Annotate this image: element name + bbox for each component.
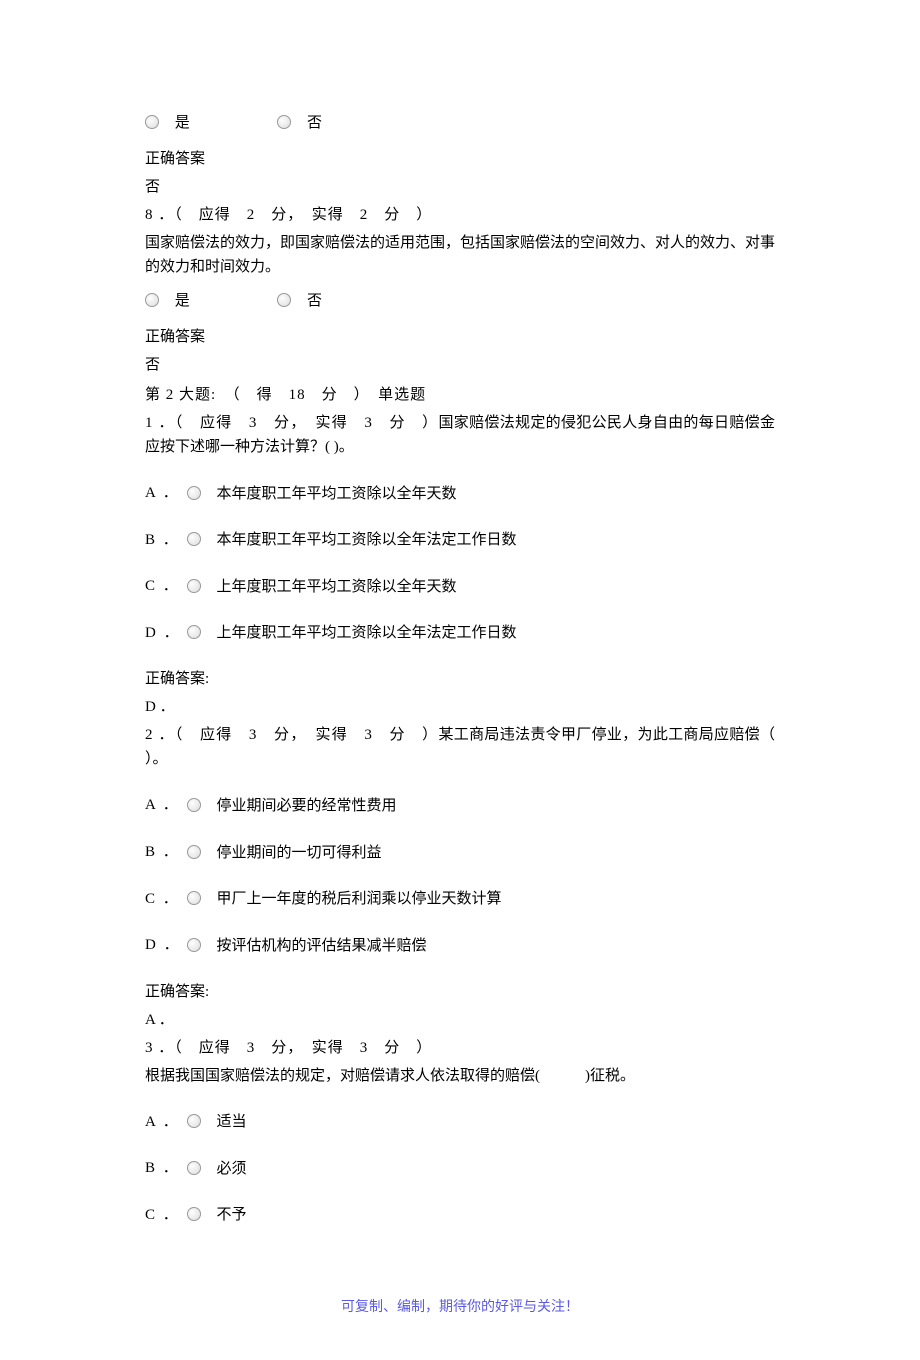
q7-tf-options: 是 否 xyxy=(145,110,775,135)
mc1-score: 1 ．（ 应得 3 分， 实得 3 分 ） xyxy=(145,415,438,431)
radio-icon[interactable] xyxy=(187,1207,201,1221)
mc2-header: 2 ．（ 应得 3 分， 实得 3 分 ）某工商局违法责令甲厂停业，为此工商局应… xyxy=(145,723,775,771)
radio-icon[interactable] xyxy=(187,798,201,812)
page-footer: 可复制、编制，期待你的好评与关注！ xyxy=(145,1297,775,1319)
radio-icon[interactable] xyxy=(145,293,159,307)
answer-label: 正确答案 xyxy=(145,147,775,171)
q8-text: 国家赔偿法的效力，即国家赔偿法的适用范围，包括国家赔偿法的空间效力、对人的效力、… xyxy=(145,231,775,279)
radio-icon[interactable] xyxy=(187,532,201,546)
q8-header: 8 ．（ 应得 2 分， 实得 2 分 ） xyxy=(145,203,775,227)
mc1-option-c: C ． 上年度职工年平均工资除以全年天数 xyxy=(145,574,775,599)
radio-icon[interactable] xyxy=(187,1114,201,1128)
section2-header: 第 2 大题: （ 得 18 分 ） 单选题 xyxy=(145,383,775,407)
mc1-option-d: D ． 上年度职工年平均工资除以全年法定工作日数 xyxy=(145,621,775,646)
radio-icon[interactable] xyxy=(277,115,291,129)
radio-icon[interactable] xyxy=(277,293,291,307)
mc3-header: 3 ．（ 应得 3 分， 实得 3 分 ） xyxy=(145,1036,775,1060)
option-letter: C ． xyxy=(145,574,183,598)
mc3-option-a: A ． 适当 xyxy=(145,1110,775,1135)
q7-answer: 否 xyxy=(145,175,775,199)
option-letter: A ． xyxy=(145,481,183,505)
mc1-answer: D ． xyxy=(145,695,775,719)
option-text: 不予 xyxy=(217,1203,247,1227)
option-text: 停业期间必要的经常性费用 xyxy=(217,794,397,818)
option-letter: B ． xyxy=(145,528,183,552)
option-text: 按评估机构的评估结果减半赔偿 xyxy=(217,934,427,958)
mc1-header: 1 ．（ 应得 3 分， 实得 3 分 ）国家赔偿法规定的侵犯公民人身自由的每日… xyxy=(145,411,775,459)
radio-icon[interactable] xyxy=(187,1161,201,1175)
mc3-option-b: B ． 必须 xyxy=(145,1156,775,1181)
q8-tf-options: 是 否 xyxy=(145,289,775,314)
radio-icon[interactable] xyxy=(187,579,201,593)
radio-icon[interactable] xyxy=(187,938,201,952)
mc3-text: 根据我国国家赔偿法的规定，对赔偿请求人依法取得的赔偿( )征税。 xyxy=(145,1064,775,1088)
mc2-option-d: D ． 按评估机构的评估结果减半赔偿 xyxy=(145,933,775,958)
tf-no-label: 否 xyxy=(307,111,322,135)
option-text: 适当 xyxy=(217,1110,247,1134)
answer-label: 正确答案: xyxy=(145,667,775,691)
q8-answer: 否 xyxy=(145,353,775,377)
mc2-answer: A ． xyxy=(145,1008,775,1032)
tf-yes-label: 是 xyxy=(175,111,190,135)
mc2-option-b: B ． 停业期间的一切可得利益 xyxy=(145,840,775,865)
option-text: 本年度职工年平均工资除以全年天数 xyxy=(217,482,457,506)
option-letter: D ． xyxy=(145,621,183,645)
radio-icon[interactable] xyxy=(187,486,201,500)
option-letter: D ． xyxy=(145,933,183,957)
option-letter: C ． xyxy=(145,1203,183,1227)
mc2-option-c: C ． 甲厂上一年度的税后利润乘以停业天数计算 xyxy=(145,887,775,912)
mc2-option-a: A ． 停业期间必要的经常性费用 xyxy=(145,793,775,818)
option-letter: A ． xyxy=(145,1110,183,1134)
tf-yes-label: 是 xyxy=(175,289,190,313)
option-letter: A ． xyxy=(145,793,183,817)
radio-icon[interactable] xyxy=(187,845,201,859)
option-text: 必须 xyxy=(217,1157,247,1181)
mc3-option-c: C ． 不予 xyxy=(145,1203,775,1228)
mc2-score: 2 ．（ 应得 3 分， 实得 3 分 ） xyxy=(145,727,438,743)
answer-label: 正确答案 xyxy=(145,325,775,349)
option-letter: B ． xyxy=(145,1156,183,1180)
tf-no-label: 否 xyxy=(307,289,322,313)
mc1-option-a: A ． 本年度职工年平均工资除以全年天数 xyxy=(145,481,775,506)
answer-label: 正确答案: xyxy=(145,980,775,1004)
option-text: 甲厂上一年度的税后利润乘以停业天数计算 xyxy=(217,887,502,911)
option-text: 停业期间的一切可得利益 xyxy=(217,841,382,865)
radio-icon[interactable] xyxy=(187,891,201,905)
option-letter: C ． xyxy=(145,887,183,911)
mc1-option-b: B ． 本年度职工年平均工资除以全年法定工作日数 xyxy=(145,528,775,553)
radio-icon[interactable] xyxy=(145,115,159,129)
option-letter: B ． xyxy=(145,840,183,864)
option-text: 本年度职工年平均工资除以全年法定工作日数 xyxy=(217,528,517,552)
option-text: 上年度职工年平均工资除以全年法定工作日数 xyxy=(217,621,517,645)
option-text: 上年度职工年平均工资除以全年天数 xyxy=(217,575,457,599)
radio-icon[interactable] xyxy=(187,625,201,639)
